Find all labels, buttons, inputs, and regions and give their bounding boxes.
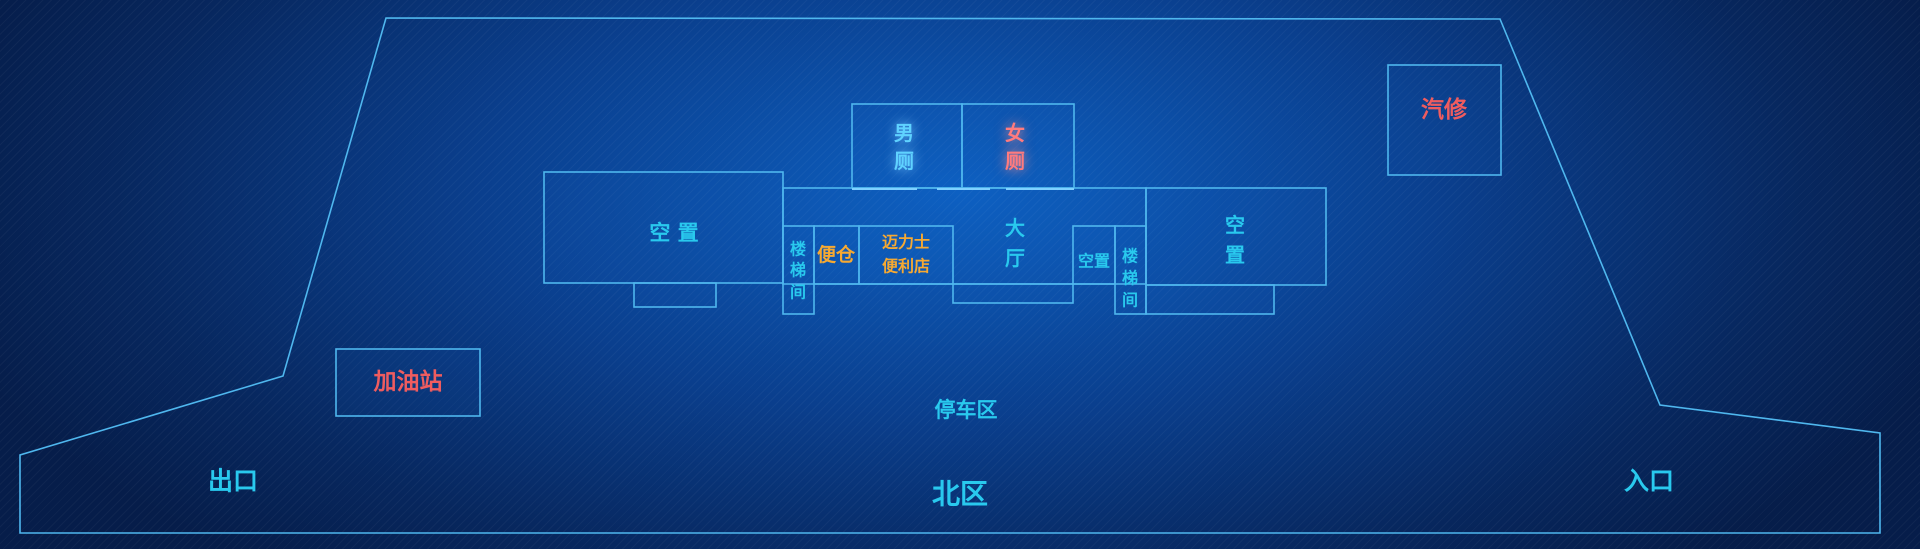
vacant-right-label-1: 空 — [1225, 213, 1245, 237]
stair-right-label-3: 间 — [1122, 291, 1138, 310]
men-restroom-label-2: 厕 — [894, 149, 914, 173]
service-area-map: 北区 停车区 出口 入口 加油站 汽修 空 置 男 厕 女 厕 楼 梯 间 便仓… — [19, 17, 1881, 534]
store-label-2: 便利店 — [882, 257, 930, 276]
women-restroom-label-1: 女 — [1005, 121, 1025, 145]
exit-label: 出口 — [208, 467, 258, 496]
auto-repair-label: 汽修 — [1421, 96, 1468, 123]
men-restroom-label-1: 男 — [894, 121, 914, 145]
vacant-right-annex — [1145, 284, 1275, 315]
women-restroom-label-2: 厕 — [1005, 149, 1025, 173]
storage-label: 便仓 — [817, 243, 856, 266]
hall-annex — [952, 283, 1074, 304]
gas-station-label: 加油站 — [373, 369, 443, 395]
vacant-small-label: 空置 — [1078, 252, 1110, 271]
vacant-left-label: 空 置 — [649, 221, 698, 245]
vacant-left-annex — [633, 282, 717, 308]
entrance-label: 入口 — [1624, 467, 1674, 496]
men-restroom-room[interactable] — [851, 103, 963, 189]
stair-right-label-2: 梯 — [1122, 269, 1138, 288]
stair-left-label-2: 梯 — [790, 261, 806, 280]
hall-label-1: 大 — [1005, 216, 1025, 240]
hall-label-2: 厅 — [1005, 246, 1025, 270]
zone-label: 北区 — [932, 478, 988, 511]
stair-right-label-1: 楼 — [1122, 247, 1138, 266]
vacant-right-label-2: 置 — [1225, 243, 1245, 267]
stair-left-label-3: 间 — [790, 283, 806, 302]
parking-label: 停车区 — [935, 398, 998, 422]
women-restroom-room[interactable] — [961, 103, 1075, 189]
stair-left-label-1: 楼 — [790, 240, 806, 259]
store-label-1: 迈力士 — [882, 233, 930, 252]
